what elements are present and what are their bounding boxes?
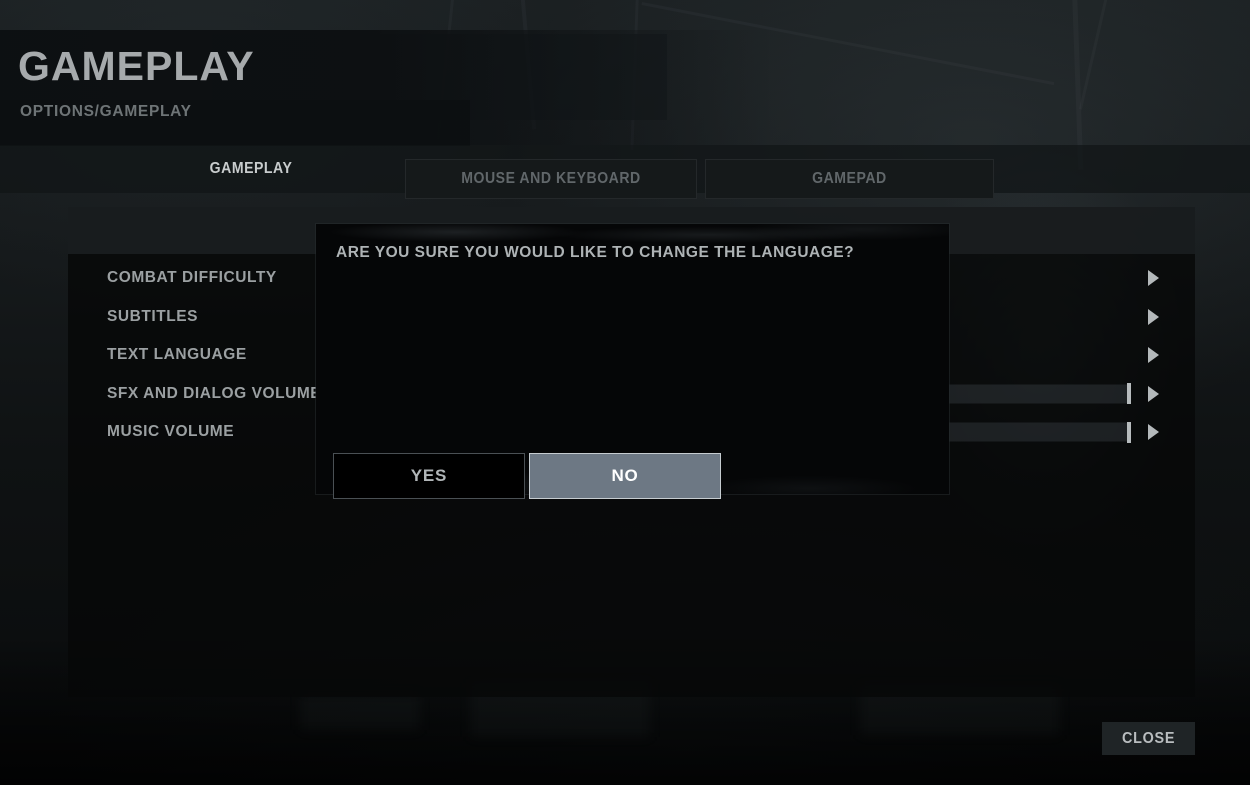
tab-gamepad-label: GAMEPAD [812,170,887,187]
dialog-yes-button[interactable]: YES [333,453,525,499]
tab-mouse-and-keyboard[interactable]: MOUSE AND KEYBOARD [405,159,697,199]
tab-bar: GAMEPLAY MOUSE AND KEYBOARD GAMEPAD [0,145,1250,199]
dialog-no-label: NO [611,466,639,485]
close-button[interactable]: CLOSE [1102,722,1195,755]
game-options-screen: GAMEPLAY OPTIONS/GAMEPLAY GAMEPLAY MOUSE… [0,0,1250,785]
page-header: GAMEPLAY OPTIONS/GAMEPLAY [0,30,1250,145]
option-label: SFX AND DIALOG VOLUME [107,384,322,402]
slider-handle[interactable] [1127,383,1131,405]
page-title: GAMEPLAY [18,43,255,89]
dialog-message: ARE YOU SURE YOU WOULD LIKE TO CHANGE TH… [336,244,855,261]
confirm-language-dialog: ARE YOU SURE YOU WOULD LIKE TO CHANGE TH… [316,224,949,499]
tab-gameplay-label: GAMEPLAY [209,160,293,177]
chevron-right-icon[interactable] [1148,385,1159,402]
option-label: COMBAT DIFFICULTY [107,269,277,287]
chevron-right-icon[interactable] [1148,347,1159,364]
tab-mouse-and-keyboard-label: MOUSE AND KEYBOARD [461,170,641,187]
option-label: MUSIC VOLUME [107,423,235,441]
dialog-yes-label: YES [410,466,448,485]
option-label: TEXT LANGUAGE [107,346,247,364]
chevron-right-icon[interactable] [1148,270,1159,287]
tab-gameplay[interactable]: GAMEPLAY [145,145,357,193]
slider-handle[interactable] [1127,421,1131,443]
chevron-right-icon[interactable] [1148,424,1159,441]
option-label: SUBTITLES [107,307,199,325]
chevron-right-icon[interactable] [1148,308,1159,325]
dialog-no-button[interactable]: NO [529,453,721,499]
tab-gamepad[interactable]: GAMEPAD [705,159,994,199]
breadcrumb: OPTIONS/GAMEPLAY [20,103,192,120]
close-button-label: CLOSE [1121,729,1176,747]
